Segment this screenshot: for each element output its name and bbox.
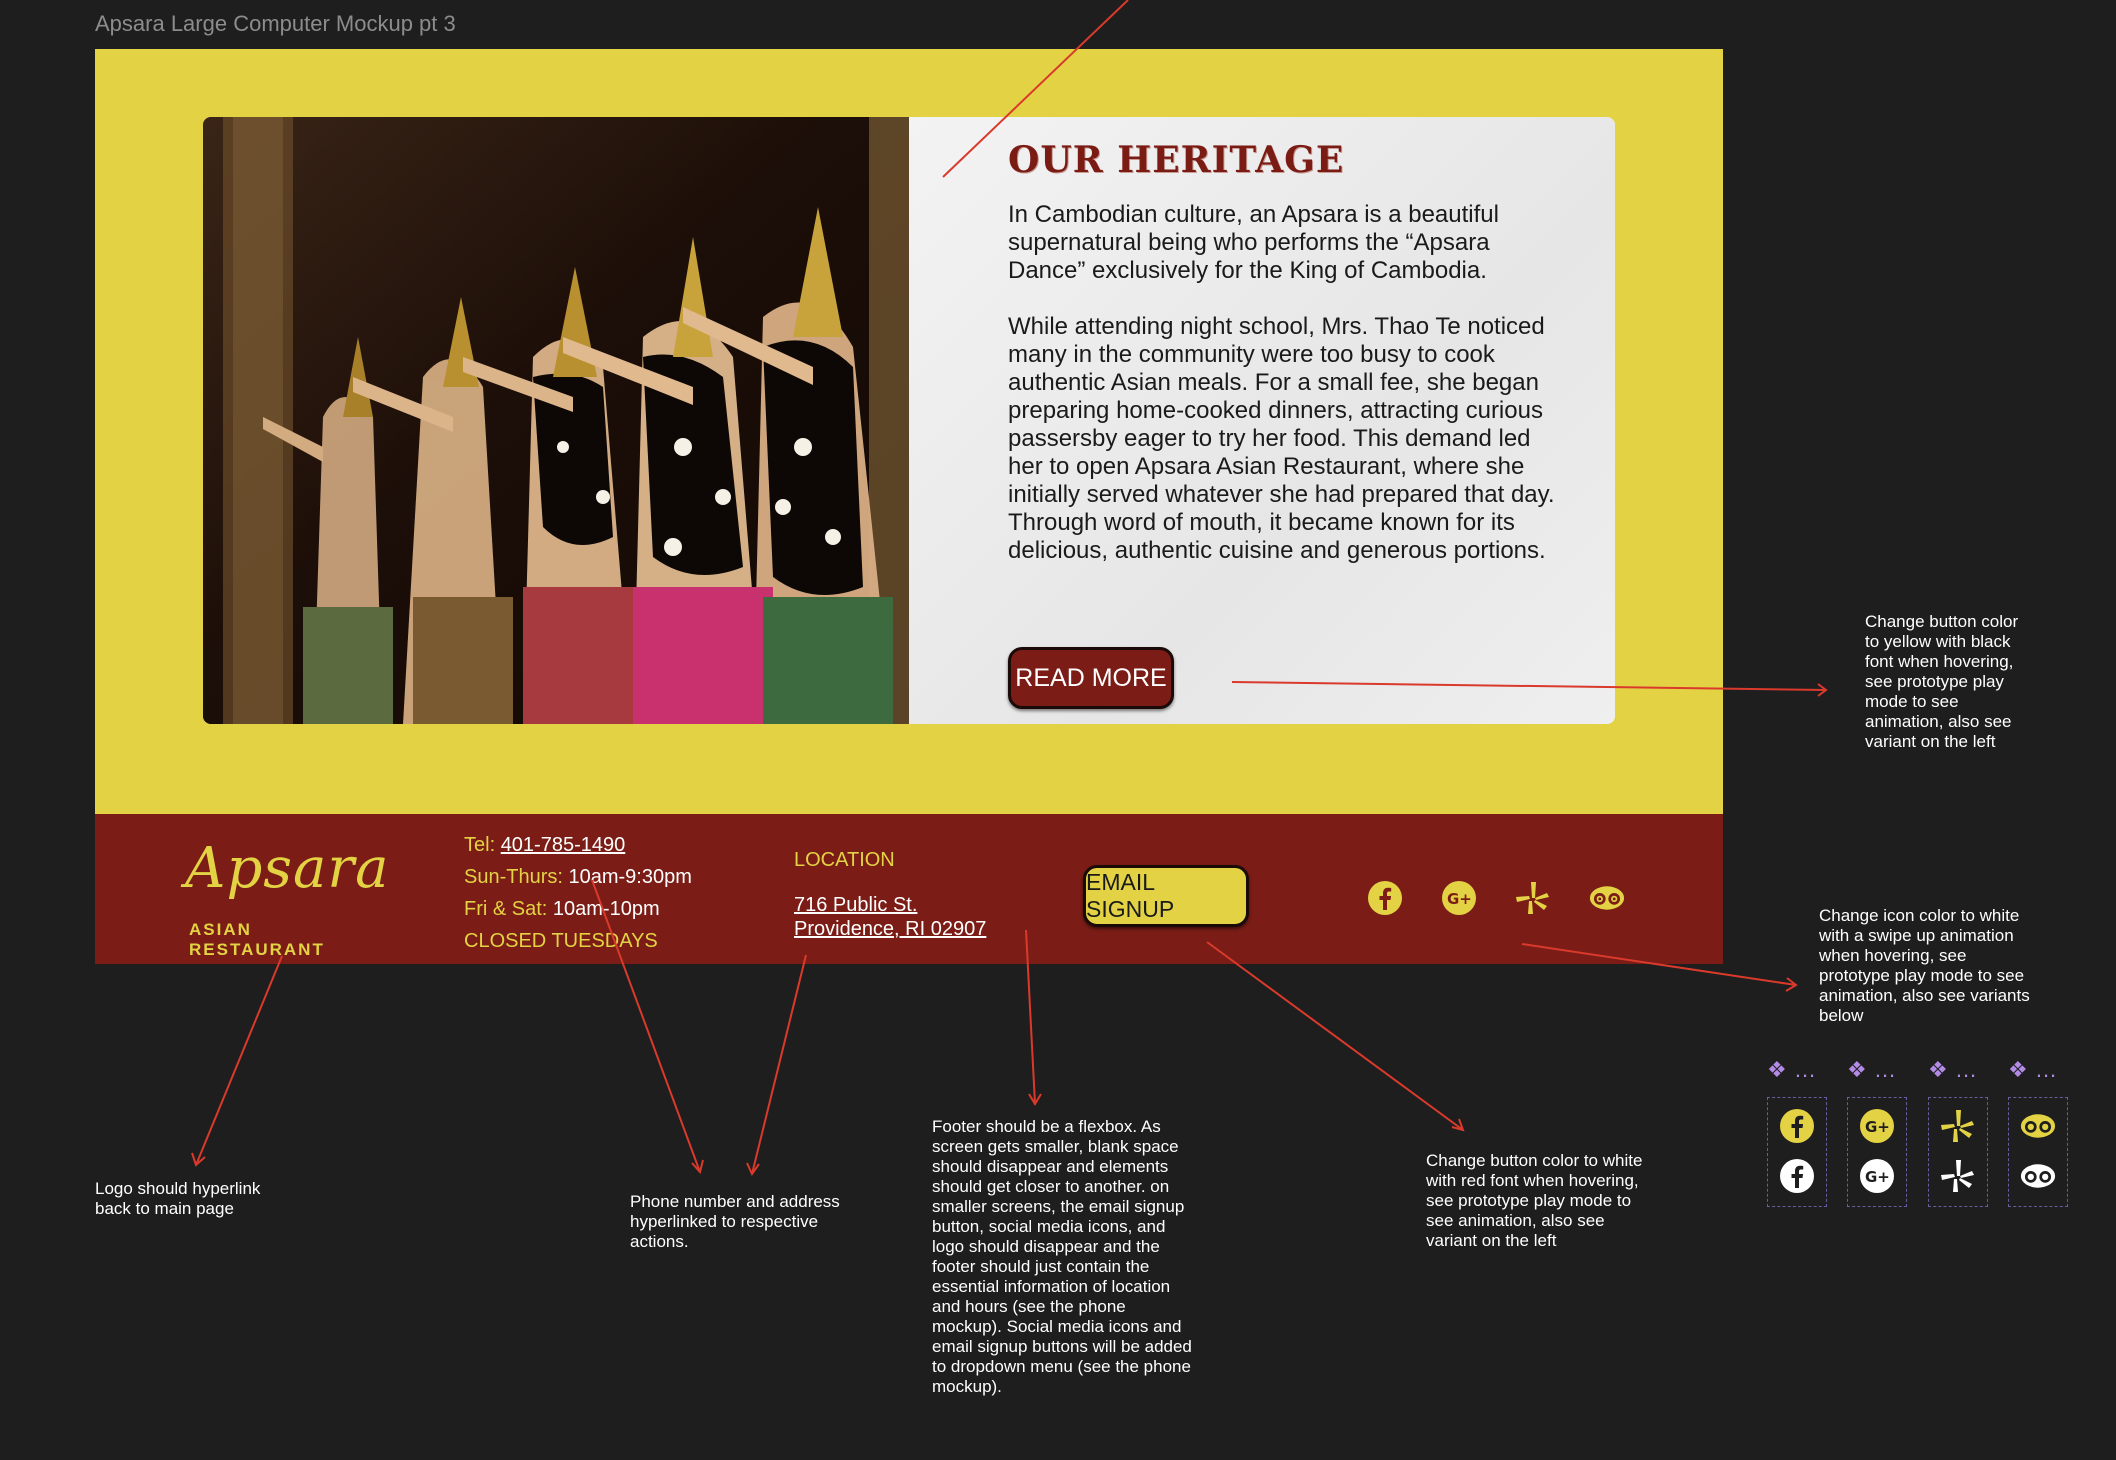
yelp-variant-box (1928, 1097, 1988, 1207)
tripadvisor-variant-label: ❖ ... (2008, 1057, 2058, 1082)
tripadvisor-icon (2020, 1114, 2056, 1138)
yelp-icon (1941, 1110, 1974, 1142)
footer-phone: Tel: 401-785-1490 (464, 834, 625, 857)
read-more-button[interactable]: READ MORE (1008, 647, 1174, 709)
google-plus-hover-icon: G+ (1860, 1159, 1894, 1193)
facebook-variant-label: ❖ ... (1767, 1057, 1817, 1082)
tripadvisor-hover-icon (2020, 1164, 2056, 1188)
logo-annotation: Logo should hyperlink back to main page (95, 1179, 261, 1218)
logo-script-text: Apsara (185, 836, 390, 901)
svg-text:G+: G+ (1447, 890, 1472, 908)
heritage-paragraph-1: In Cambodian culture, an Apsara is a bea… (1008, 201, 1499, 284)
google-plus-icon: G+ (1860, 1109, 1894, 1143)
closed-notice: CLOSED TUESDAYS (464, 930, 658, 952)
address-line-2[interactable]: Providence, RI 02907 (794, 918, 986, 941)
heritage-text-panel: OUR HERITAGE In Cambodian culture, an Ap… (909, 117, 1615, 724)
svg-text:G+: G+ (1865, 1118, 1890, 1136)
apsara-dancers-photo (203, 117, 909, 724)
email-signup-annotation: Change button color to white with red fo… (1426, 1151, 1643, 1250)
yelp-icon[interactable] (1515, 880, 1551, 916)
facebook-icon[interactable] (1367, 880, 1403, 916)
hours-fri-value: 10am-10pm (552, 898, 660, 920)
hours-sun-thurs: Sun-Thurs: 10am-9:30pm (464, 866, 692, 889)
hours-fri-sat: Fri & Sat: 10am-10pm (464, 898, 660, 921)
heritage-section: OUR HERITAGE In Cambodian culture, an Ap… (95, 49, 1723, 814)
hours-fri-label: Fri & Sat: (464, 898, 553, 920)
google-variant-label: ❖ ... (1847, 1057, 1897, 1082)
phone-link[interactable]: 401-785-1490 (501, 834, 626, 856)
google-plus-icon[interactable]: G+ (1441, 880, 1477, 916)
facebook-hover-icon (1780, 1159, 1814, 1193)
address-line-1[interactable]: 716 Public St. (794, 894, 917, 917)
tripadvisor-variant-box (2008, 1097, 2068, 1207)
svg-text:G+: G+ (1865, 1168, 1890, 1186)
frame-title: Apsara Large Computer Mockup pt 3 (95, 11, 456, 36)
heritage-card: OUR HERITAGE In Cambodian culture, an Ap… (203, 117, 1615, 724)
phone-address-annotation: Phone number and address hyperlinked to … (630, 1192, 840, 1251)
hours-sun-label: Sun-Thurs: (464, 866, 569, 888)
tripadvisor-icon[interactable] (1589, 880, 1625, 916)
footer-flexbox-annotation: Footer should be a flexbox. As screen ge… (932, 1117, 1192, 1396)
site-footer: Apsara ASIAN RESTAURANT Tel: 401-785-149… (95, 814, 1723, 964)
hours-sun-value: 10am-9:30pm (568, 866, 692, 888)
heritage-paragraph-2: While attending night school, Mrs. Thao … (1008, 313, 1555, 564)
facebook-variant-box (1767, 1097, 1827, 1207)
google-variant-box: G+ G+ (1847, 1097, 1907, 1207)
location-heading: LOCATION (794, 849, 895, 871)
email-signup-button[interactable]: EMAIL SIGNUP (1083, 865, 1249, 927)
heritage-heading: OUR HERITAGE (1008, 139, 1345, 181)
apsara-dancers-illustration (203, 117, 909, 724)
facebook-icon (1780, 1109, 1814, 1143)
social-icon-annotation: Change icon color to white with a swipe … (1819, 906, 2030, 1025)
yelp-variant-label: ❖ ... (1928, 1057, 1978, 1082)
read-more-annotation: Change button color to yellow with black… (1865, 612, 2019, 751)
apsara-logo[interactable]: Apsara ASIAN RESTAURANT (185, 836, 389, 959)
logo-subtitle: ASIAN RESTAURANT (189, 920, 325, 959)
yelp-hover-icon (1941, 1160, 1974, 1192)
phone-label: Tel: (464, 834, 501, 856)
